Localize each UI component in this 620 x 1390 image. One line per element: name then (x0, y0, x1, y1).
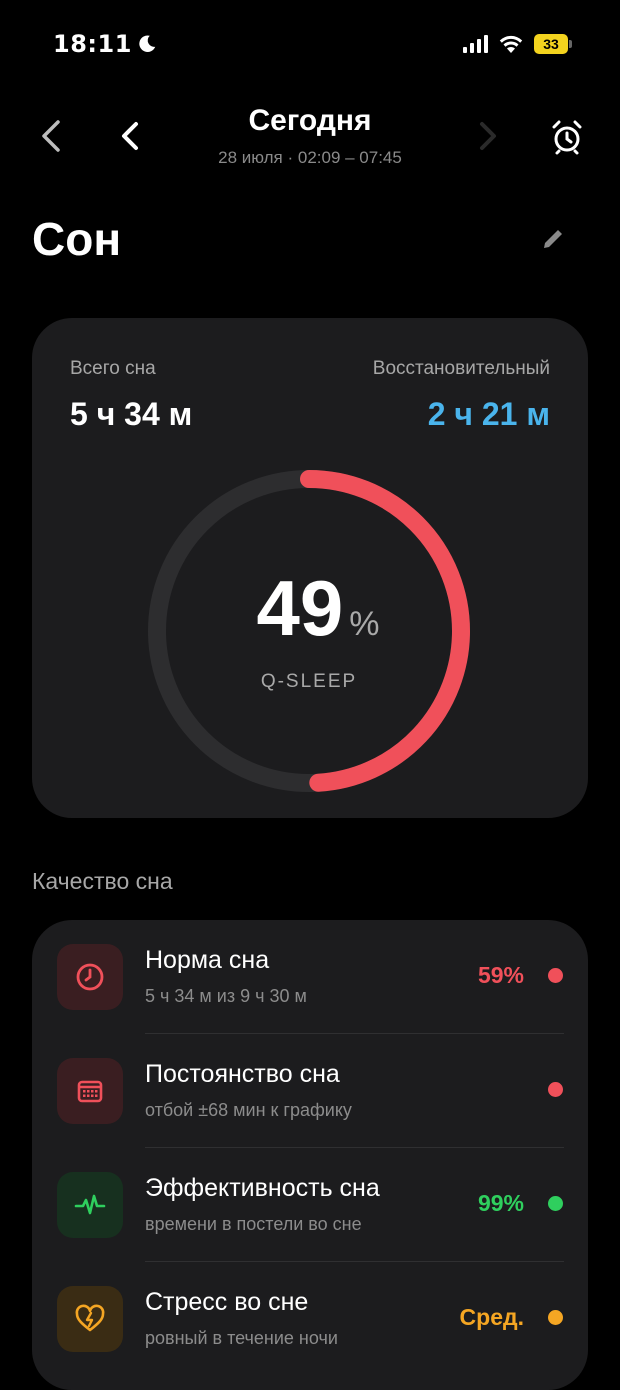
battery-tip (569, 40, 572, 48)
sleep-score-value: 49 (256, 564, 344, 652)
quality-item-sleep-efficiency[interactable]: Эффективность сна времени в постели во с… (32, 1148, 588, 1262)
quality-icon-box (57, 944, 123, 1010)
quality-item-title: Стресс во сне (145, 1288, 309, 1316)
status-dot (548, 1082, 563, 1097)
quality-item-title: Постоянство сна (145, 1060, 340, 1088)
page-title: Сон (32, 213, 122, 265)
sleep-score-unit: % (349, 605, 380, 643)
wifi-icon (499, 35, 523, 53)
quality-item-value: Сред. (459, 1304, 524, 1330)
cellular-signal-icon (463, 35, 488, 53)
quality-item-title: Норма сна (145, 946, 270, 974)
quality-item-value: 59% (477, 962, 524, 988)
score-center: 49 % Q-SLEEP (142, 464, 476, 798)
score-row: 49 % (257, 569, 380, 647)
heart-bolt-icon (75, 1304, 105, 1332)
quality-item-subtitle: 5 ч 34 м из 9 ч 30 м (145, 986, 307, 1006)
sleep-quality-section-title: Качество сна (32, 868, 173, 894)
sleep-quality-list: Норма сна 5 ч 34 м из 9 ч 30 м 59% Посто… (32, 920, 588, 1390)
quality-icon-box (57, 1058, 123, 1124)
restorative-sleep-value: 2 ч 21 м (427, 396, 550, 432)
quality-item-sleep-norm[interactable]: Норма сна 5 ч 34 м из 9 ч 30 м 59% (32, 920, 588, 1034)
status-indicators: 33 (463, 34, 572, 54)
calendar-icon (77, 1080, 103, 1103)
quality-icon-box (57, 1286, 123, 1352)
header-title: Сегодня (248, 104, 372, 137)
quality-item-sleep-consistency[interactable]: Постоянство сна отбой ±68 мин к графику (32, 1034, 588, 1148)
status-dot (548, 1310, 563, 1325)
next-day-chevron-icon[interactable] (474, 118, 502, 154)
quality-item-subtitle: времени в постели во сне (145, 1214, 362, 1234)
moon-icon (139, 35, 156, 52)
clock-icon (76, 963, 104, 991)
quality-item-value: 99% (477, 1190, 524, 1216)
status-dot (548, 968, 563, 983)
restorative-sleep-label: Восстановительный (372, 358, 550, 379)
quality-icon-box (57, 1172, 123, 1238)
sleep-summary-card[interactable]: Всего сна Восстановительный 5 ч 34 м 2 ч… (32, 318, 588, 818)
total-sleep-label: Всего сна (70, 358, 156, 379)
quality-item-subtitle: ровный в течение ночи (145, 1328, 338, 1348)
status-time-text: 18:11 (53, 30, 132, 58)
battery-level: 33 (534, 34, 568, 54)
pencil-edit-icon[interactable] (540, 226, 566, 252)
total-sleep-value: 5 ч 34 м (70, 396, 193, 432)
heartbeat-icon (74, 1194, 106, 1215)
status-dot (548, 1196, 563, 1211)
status-time: 18:11 (53, 30, 158, 58)
status-bar: 18:11 33 (0, 0, 620, 90)
battery-indicator: 33 (534, 34, 572, 54)
sleep-score-label: Q-SLEEP (260, 671, 358, 692)
quality-item-title: Эффективность сна (145, 1174, 380, 1202)
quality-item-subtitle: отбой ±68 мин к графику (145, 1100, 352, 1120)
alarm-clock-icon[interactable] (548, 118, 586, 156)
header-subtitle: 28 июля · 02:09 – 07:45 (218, 148, 402, 167)
quality-item-sleep-stress[interactable]: Стресс во сне ровный в течение ночи Сред… (32, 1262, 588, 1376)
